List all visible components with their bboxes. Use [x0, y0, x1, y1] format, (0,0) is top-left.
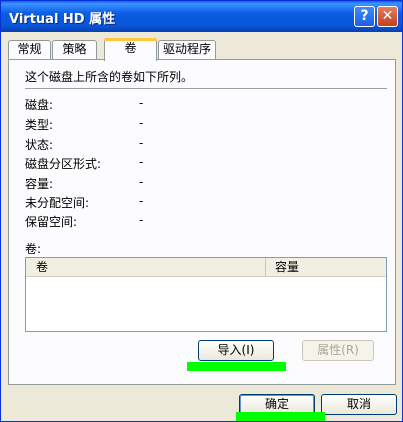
- volumes-panel: 这个磁盘上所含的卷如下所列。 磁盘: - 类型: - 状态: - 磁盘分区形式:…: [8, 59, 396, 385]
- separator: [25, 88, 387, 89]
- tab-volumes-label: 卷: [124, 41, 137, 55]
- field-label: 磁盘:: [25, 98, 54, 112]
- volume-list-header: 卷 容量: [26, 258, 386, 277]
- field-value: -: [139, 175, 144, 189]
- column-header-capacity[interactable]: 容量: [267, 258, 377, 276]
- import-button[interactable]: 导入(I): [198, 340, 274, 361]
- active-tab-indicator: [104, 38, 157, 41]
- field-value: -: [139, 155, 144, 169]
- close-button[interactable]: ✕: [377, 6, 398, 27]
- field-value: -: [139, 194, 144, 208]
- panel-description: 这个磁盘上所含的卷如下所列。: [25, 70, 194, 84]
- field-label: 磁盘分区形式:: [25, 157, 102, 171]
- cancel-button[interactable]: 取消: [321, 394, 397, 415]
- field-value: -: [139, 213, 144, 227]
- field-label: 状态:: [25, 138, 54, 152]
- highlight-marker-ok: [236, 412, 325, 421]
- volume-list-label: 卷:: [25, 242, 42, 256]
- tab-driver[interactable]: 驱动程序: [158, 40, 216, 59]
- window-title: Virtual HD 属性: [9, 12, 116, 27]
- field-value: -: [139, 136, 144, 150]
- field-label: 未分配空间:: [25, 196, 90, 210]
- tab-general[interactable]: 常规: [8, 40, 51, 59]
- tab-policies[interactable]: 策略: [52, 40, 97, 59]
- properties-button: 属性(R): [302, 340, 374, 361]
- highlight-marker-import: [187, 362, 286, 371]
- field-label: 容量:: [25, 177, 54, 191]
- field-label: 类型:: [25, 118, 54, 132]
- help-button[interactable]: ?: [354, 6, 375, 27]
- title-bar[interactable]: Virtual HD 属性 ? ✕: [1, 1, 402, 32]
- properties-dialog: Virtual HD 属性 ? ✕ 常规 策略 卷 驱动程序 这个磁盘上所含的卷…: [0, 0, 403, 422]
- column-header-volume[interactable]: 卷: [26, 258, 266, 276]
- volume-list[interactable]: 卷 容量: [25, 257, 387, 332]
- field-label: 保留空间:: [25, 215, 78, 229]
- field-value: -: [139, 96, 144, 110]
- tab-volumes[interactable]: 卷: [104, 38, 157, 61]
- field-value: -: [139, 116, 144, 130]
